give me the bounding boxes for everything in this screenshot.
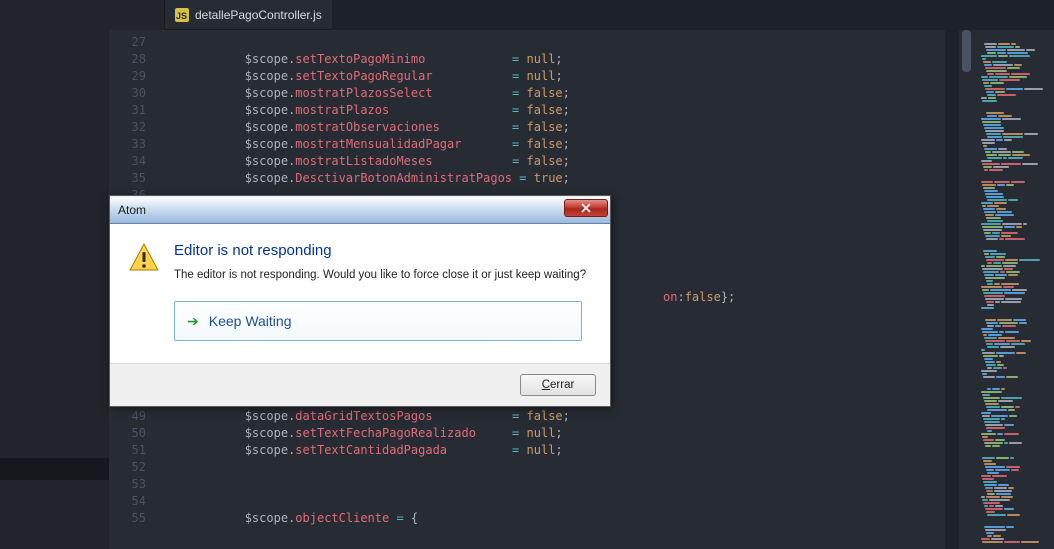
line-number: 27 [109, 34, 146, 51]
activity-bar-selection [0, 458, 109, 480]
line-number: 34 [109, 153, 146, 170]
line-number: 55 [109, 510, 146, 527]
dialog-footer: Cerrar [110, 364, 610, 406]
dialog-heading: Editor is not responding [174, 242, 592, 259]
code-line [158, 493, 735, 510]
tab-filename: detallePagoController.js [195, 8, 322, 22]
code-line: $scope.mostratObservaciones = false; [158, 119, 735, 136]
dialog-window-title: Atom [118, 203, 564, 217]
line-number: 49 [109, 408, 146, 425]
code-line: $scope.setTextoPagoMinimo = null; [158, 51, 735, 68]
dialog-content: Editor is not responding The editor is n… [174, 242, 592, 341]
dialog-body: Editor is not responding The editor is n… [110, 224, 610, 364]
code-line: $scope.mostratPlazos = false; [158, 102, 735, 119]
minimap-content [971, 30, 1054, 548]
line-number: 32 [109, 119, 146, 136]
keep-waiting-button[interactable]: ➔ Keep Waiting [174, 301, 582, 341]
line-number: 30 [109, 85, 146, 102]
line-number: 29 [109, 68, 146, 85]
dialog-titlebar[interactable]: Atom [110, 196, 610, 224]
javascript-file-icon: JS [175, 8, 189, 22]
arrow-right-icon: ➔ [187, 313, 199, 330]
dialog-not-responding: Atom Editor is not responding The editor… [109, 195, 611, 407]
keep-waiting-label: Keep Waiting [209, 313, 292, 329]
code-line: $scope.mostratListadoMeses = false; [158, 153, 735, 170]
code-line [158, 459, 735, 476]
line-number: 53 [109, 476, 146, 493]
line-number: 54 [109, 493, 146, 510]
code-line [158, 476, 735, 493]
scrollbar-track[interactable] [959, 30, 971, 549]
cerrar-underline: C [542, 379, 550, 391]
code-line: $scope.dataGridTextosPagos = false; [158, 408, 735, 425]
cerrar-button[interactable]: Cerrar [520, 374, 596, 396]
line-number: 50 [109, 425, 146, 442]
dialog-message: The editor is not responding. Would you … [174, 269, 592, 281]
activity-bar [0, 0, 109, 549]
code-line: $scope.DesctivarBotonAdministratPagos = … [158, 170, 735, 187]
close-icon [581, 203, 591, 213]
cerrar-rest: errar [550, 379, 574, 391]
line-number: 35 [109, 170, 146, 187]
code-line: $scope.mostratPlazosSelect = false; [158, 85, 735, 102]
code-line: $scope.objectCliente = { [158, 510, 735, 527]
minimap[interactable] [971, 30, 1054, 549]
tab-detalle-pago[interactable]: JS detallePagoController.js [165, 0, 332, 30]
tab-bar: JS detallePagoController.js [109, 0, 332, 30]
line-number: 33 [109, 136, 146, 153]
line-number: 52 [109, 459, 146, 476]
code-line: $scope.mostratMensualidadPagar = false; [158, 136, 735, 153]
code-line: $scope.setTextoPagoRegular = null; [158, 68, 735, 85]
line-number: 51 [109, 442, 146, 459]
line-number: 28 [109, 51, 146, 68]
tab-spacer [109, 0, 165, 30]
code-line: $scope.setTextCantidadPagada = null; [158, 442, 735, 459]
window-close-button[interactable] [564, 199, 608, 217]
warning-icon [128, 242, 160, 274]
line-number: 31 [109, 102, 146, 119]
scrollbar-thumb[interactable] [962, 30, 971, 72]
code-line: $scope.setTextFechaPagoRealizado = null; [158, 425, 735, 442]
